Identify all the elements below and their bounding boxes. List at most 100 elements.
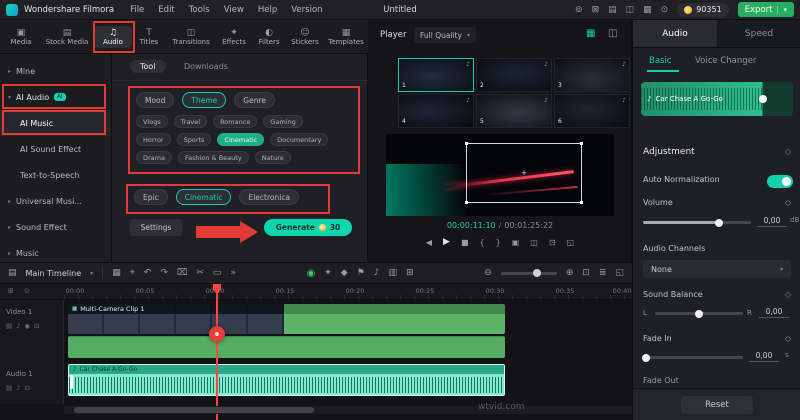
tag-horror[interactable]: Horror: [136, 133, 171, 146]
playhead-marker-circle[interactable]: [209, 326, 225, 342]
camera-angle-6[interactable]: 6 ♪: [554, 94, 630, 128]
audio-clip-card[interactable]: ♪ Car Chase A Go-Go: [641, 82, 793, 116]
menu-version[interactable]: Version: [291, 5, 322, 15]
tag-drama[interactable]: Drama: [136, 151, 172, 164]
expand-timeline-icon[interactable]: ◱: [615, 268, 624, 278]
tutorial-icon[interactable]: ▤: [608, 5, 617, 15]
mark-in-button[interactable]: {: [480, 238, 485, 247]
ai-portrait-icon[interactable]: ◉: [307, 268, 316, 279]
camera-angle-3[interactable]: 3 ♪: [554, 58, 630, 92]
link-clips-icon[interactable]: ⊞: [8, 287, 14, 295]
tag-cinematic[interactable]: Cinematic: [217, 133, 264, 146]
tab-filters[interactable]: ◐ Filters: [252, 28, 286, 46]
tab-media[interactable]: ▣ Media: [2, 28, 40, 46]
track-options-icon[interactable]: ▤: [6, 322, 12, 330]
tab-stickers[interactable]: ☺ Stickers: [286, 28, 324, 46]
camera-angle-1[interactable]: 1 ♪: [398, 58, 474, 92]
video-clip-track2[interactable]: [68, 336, 505, 358]
subtab-basic[interactable]: Basic: [649, 56, 672, 66]
track-manager-icon[interactable]: ≣: [599, 268, 607, 278]
tag-travel[interactable]: Travel: [174, 115, 207, 128]
previous-frame-button[interactable]: ◀: [426, 238, 432, 247]
audio-channels-dropdown[interactable]: None ▾: [643, 260, 791, 278]
undo-icon[interactable]: ↶: [144, 268, 152, 278]
sidebar-item-mine[interactable]: ▸ Mine: [0, 58, 111, 84]
subtab-voice-changer[interactable]: Voice Changer: [695, 56, 756, 66]
playhead-line[interactable]: [216, 284, 218, 420]
tab-audio[interactable]: ♫ Audio: [94, 26, 132, 48]
play-button[interactable]: ▶: [443, 237, 450, 247]
tab-effects[interactable]: ✦ Effects: [216, 28, 252, 46]
style-electronica[interactable]: Electronica: [239, 189, 299, 205]
mark-out-button[interactable]: }: [496, 238, 501, 247]
tab-tool[interactable]: Tool: [130, 60, 166, 73]
category-theme[interactable]: Theme: [182, 92, 226, 108]
export-button[interactable]: Export ▾: [738, 2, 794, 17]
single-view-icon[interactable]: ◫: [608, 28, 617, 39]
category-mood[interactable]: Mood: [136, 92, 174, 108]
tab-stock-media[interactable]: ▤ Stock Media: [40, 28, 94, 46]
audio-clip[interactable]: ♪ Car Chase A Go-Go: [68, 364, 505, 396]
tag-nature[interactable]: Nature: [255, 151, 291, 164]
quality-dropdown[interactable]: Full Quality ▾: [414, 27, 476, 43]
export-options-chevron-icon[interactable]: ▾: [777, 6, 787, 14]
snap-magnet-icon[interactable]: ⊙: [24, 287, 30, 295]
sound-balance-value[interactable]: 0,00: [759, 305, 789, 318]
hide-track-icon[interactable]: ◉: [24, 322, 30, 330]
timeline-ruler[interactable]: 00:00 00:05 00:10 00:15 00:20 00:25 00:3…: [0, 284, 632, 300]
zoom-in-icon[interactable]: ⊕: [566, 268, 574, 278]
transform-handle[interactable]: [580, 142, 583, 145]
sidebar-item-sound-effect[interactable]: ▸ Sound Effect: [0, 214, 111, 240]
mute-track-icon[interactable]: ♪: [16, 322, 20, 330]
menu-edit[interactable]: Edit: [158, 5, 174, 15]
stop-button[interactable]: ■: [461, 238, 469, 247]
multicam-view-icon[interactable]: ▦: [586, 28, 595, 39]
sidebar-item-universal-music[interactable]: ▸ Universal Musi...: [0, 188, 111, 214]
sound-balance-slider[interactable]: [655, 312, 743, 315]
timeline-scrollbar[interactable]: [64, 406, 632, 414]
audio-stretch-icon[interactable]: ▥: [389, 268, 398, 278]
main-timeline-label[interactable]: Main Timeline: [26, 269, 82, 278]
settings-button[interactable]: Settings: [130, 219, 182, 236]
second-screen-button[interactable]: ◫: [530, 238, 538, 247]
mute-speaker-icon[interactable]: ♪: [622, 61, 626, 68]
fit-timeline-icon[interactable]: ⊡: [582, 268, 590, 278]
tab-downloads[interactable]: Downloads: [184, 62, 228, 71]
crop-icon[interactable]: ▭: [213, 268, 222, 278]
keyframe-diamond-icon[interactable]: ◇: [785, 290, 791, 299]
lock-track-icon[interactable]: ⊡: [34, 322, 39, 330]
more-tools-icon[interactable]: »: [230, 268, 236, 278]
keyframe-diamond-icon[interactable]: ◇: [785, 334, 791, 343]
sidebar-item-text-to-speech[interactable]: Text-to-Speech: [0, 162, 111, 188]
category-genre[interactable]: Genre: [234, 92, 275, 108]
select-tool-icon[interactable]: ⌖: [130, 268, 135, 278]
auto-normalization-toggle[interactable]: [767, 175, 793, 188]
mute-speaker-icon[interactable]: ♪: [544, 97, 548, 104]
mute-speaker-icon[interactable]: ♪: [544, 61, 548, 68]
tag-documentary[interactable]: Documentary: [270, 133, 328, 146]
camera-angle-4[interactable]: 4 ♪: [398, 94, 474, 128]
reset-button[interactable]: Reset: [681, 396, 753, 414]
style-cinematic[interactable]: Cinematic: [176, 189, 232, 205]
scrollbar-thumb[interactable]: [74, 407, 314, 413]
tag-vlogs[interactable]: Vlogs: [136, 115, 168, 128]
menu-help[interactable]: Help: [258, 5, 277, 15]
multicamera-clip[interactable]: ▦ Multi-Camera Clip 1: [68, 304, 284, 334]
keyframe-diamond-icon[interactable]: ◇: [785, 147, 791, 156]
zoom-out-icon[interactable]: ⊖: [484, 268, 492, 278]
redo-icon[interactable]: ↷: [160, 268, 168, 278]
keyframe-diamond-icon[interactable]: ◇: [785, 198, 791, 207]
manage-tracks-icon[interactable]: ▦: [112, 268, 121, 278]
menu-tools[interactable]: Tools: [189, 5, 210, 15]
tag-sports[interactable]: Sports: [177, 133, 212, 146]
adjustment-section-header[interactable]: Adjustment ◇: [633, 144, 800, 164]
fade-in-value[interactable]: 0,00: [749, 349, 779, 362]
transform-center-crosshair[interactable]: +: [521, 169, 527, 177]
tab-titles[interactable]: T Titles: [132, 28, 166, 46]
transform-box[interactable]: +: [466, 143, 582, 203]
tab-transitions[interactable]: ◫ Transitions: [166, 28, 216, 46]
message-icon[interactable]: ⊙: [661, 5, 669, 15]
snapshot-button[interactable]: ▣: [512, 238, 520, 247]
fade-in-slider[interactable]: [643, 356, 743, 359]
timeline-mode-icon[interactable]: ▤: [8, 268, 17, 278]
